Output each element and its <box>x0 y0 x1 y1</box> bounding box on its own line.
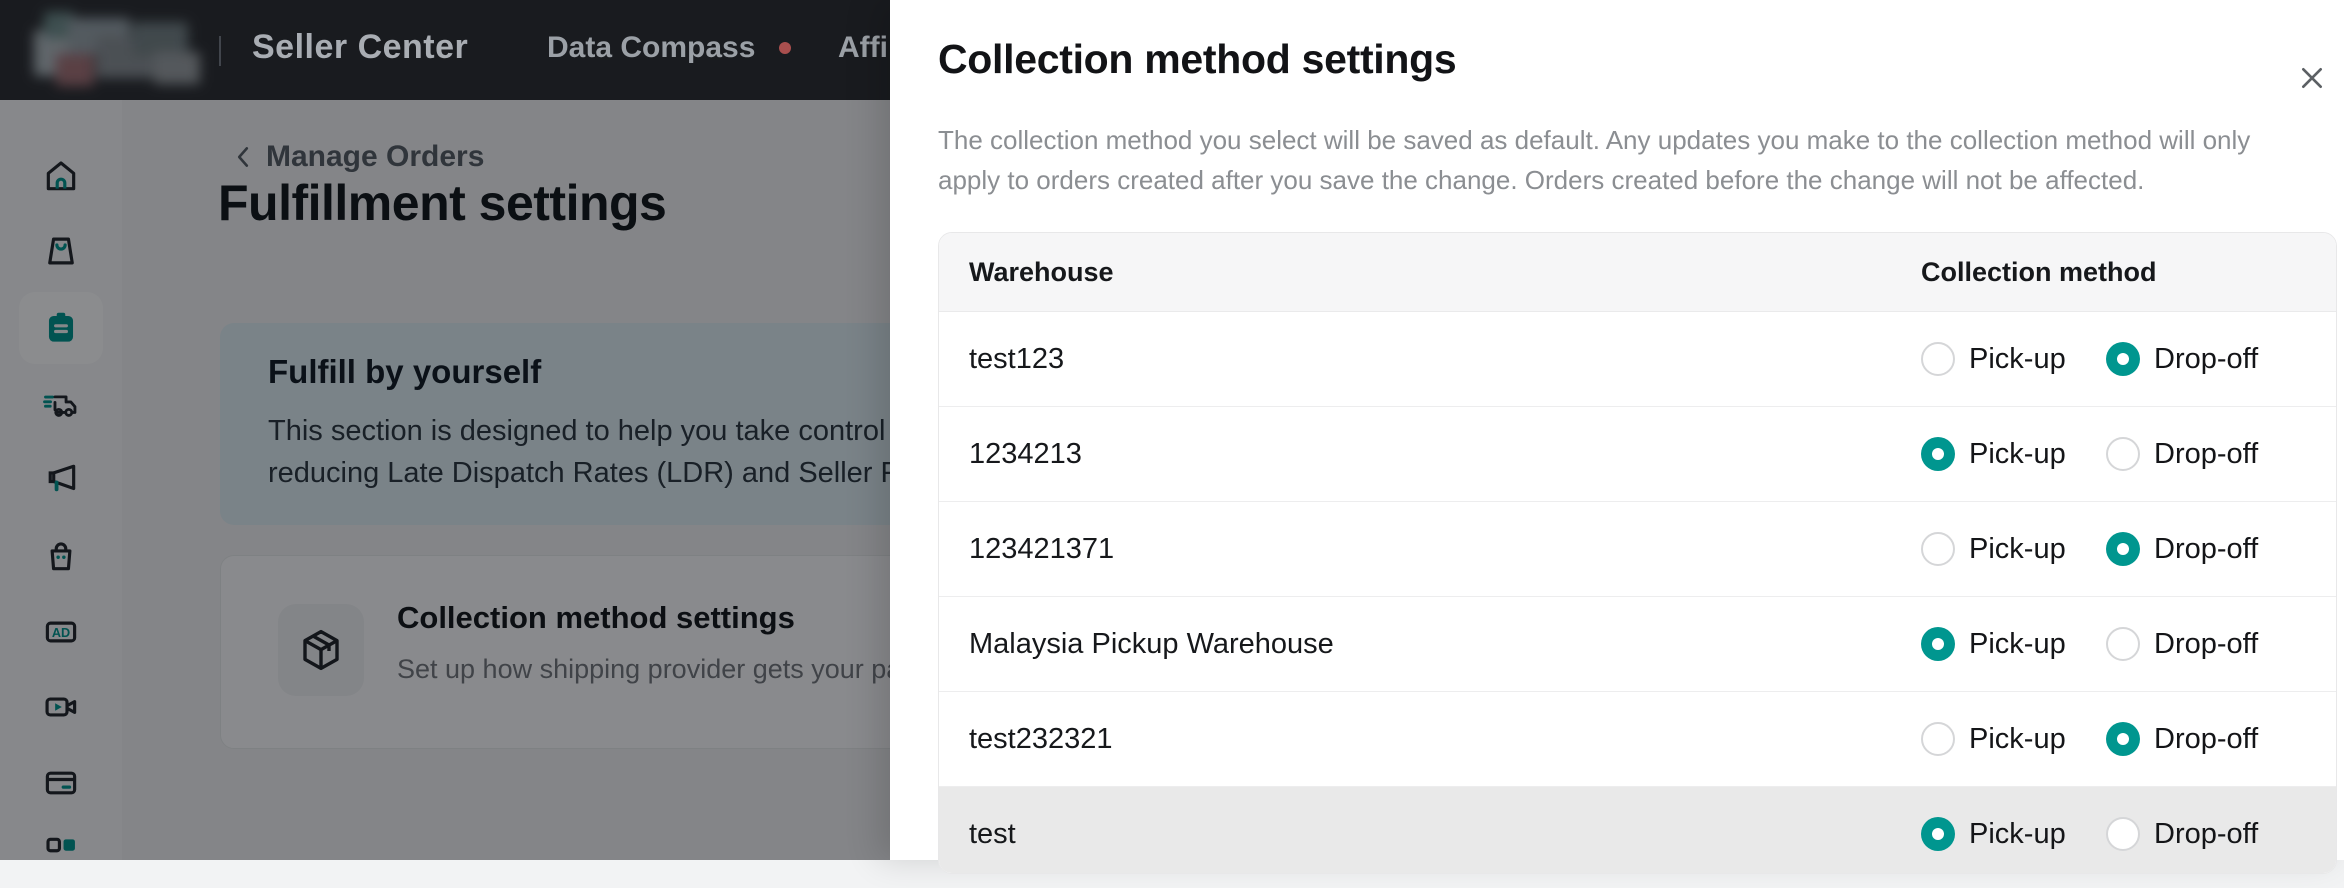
notification-dot <box>779 42 791 54</box>
brand-divider <box>219 36 221 66</box>
dropoff-option[interactable]: Drop-off <box>2106 502 2258 596</box>
warehouse-name: 1234213 <box>969 438 1082 471</box>
pickup-option[interactable]: Pick-up <box>1921 312 2066 406</box>
radio-selected[interactable] <box>2106 532 2140 566</box>
modal-title: Collection method settings <box>938 36 1456 83</box>
radio-selected[interactable] <box>1921 817 1955 851</box>
brand-title[interactable]: Seller Center <box>252 28 468 67</box>
radio-label: Pick-up <box>1969 438 2066 471</box>
collection-method-settings-modal: Collection method settings The collectio… <box>890 0 2344 860</box>
radio-selected[interactable] <box>1921 627 1955 661</box>
radio-unselected[interactable] <box>2106 627 2140 661</box>
table-row: Malaysia Pickup Warehouse Pick-up Drop-off <box>939 597 2336 692</box>
modal-description: The collection method you select will be… <box>938 120 2274 200</box>
nav-item-affiliate[interactable]: Affi <box>838 31 888 65</box>
dropoff-option[interactable]: Drop-off <box>2106 407 2258 501</box>
radio-unselected[interactable] <box>2106 817 2140 851</box>
column-header-warehouse: Warehouse <box>969 257 1114 288</box>
app-logo[interactable] <box>34 10 206 90</box>
close-button[interactable] <box>2292 58 2332 98</box>
pickup-option[interactable]: Pick-up <box>1921 502 2066 596</box>
radio-label: Pick-up <box>1969 628 2066 661</box>
dropoff-option[interactable]: Drop-off <box>2106 312 2258 406</box>
table-row: 1234213 Pick-up Drop-off <box>939 407 2336 502</box>
radio-label: Drop-off <box>2154 723 2258 756</box>
close-icon <box>2296 62 2328 94</box>
radio-label: Pick-up <box>1969 533 2066 566</box>
dropoff-option[interactable]: Drop-off <box>2106 787 2258 874</box>
radio-unselected[interactable] <box>1921 342 1955 376</box>
warehouse-name: 123421371 <box>969 533 1114 566</box>
table-row: test123 Pick-up Drop-off <box>939 312 2336 407</box>
radio-selected[interactable] <box>2106 722 2140 756</box>
radio-selected[interactable] <box>2106 342 2140 376</box>
column-header-collection-method: Collection method <box>1921 257 2157 288</box>
radio-label: Drop-off <box>2154 533 2258 566</box>
radio-unselected[interactable] <box>1921 532 1955 566</box>
table-row: test232321 Pick-up Drop-off <box>939 692 2336 787</box>
radio-label: Pick-up <box>1969 818 2066 851</box>
dropoff-option[interactable]: Drop-off <box>2106 597 2258 691</box>
pickup-option[interactable]: Pick-up <box>1921 597 2066 691</box>
collection-method-table: Warehouse Collection method test123 Pick-… <box>938 232 2337 874</box>
radio-label: Drop-off <box>2154 438 2258 471</box>
warehouse-name: Malaysia Pickup Warehouse <box>969 628 1334 661</box>
dropoff-option[interactable]: Drop-off <box>2106 692 2258 786</box>
radio-label: Drop-off <box>2154 628 2258 661</box>
pickup-option[interactable]: Pick-up <box>1921 692 2066 786</box>
table-row: test Pick-up Drop-off <box>939 787 2336 874</box>
table-body: test123 Pick-up Drop-off 1234213 Pick-up Drop… <box>939 312 2336 874</box>
nav-item-data-compass[interactable]: Data Compass <box>547 31 755 65</box>
pickup-option[interactable]: Pick-up <box>1921 407 2066 501</box>
table-header: Warehouse Collection method <box>939 233 2336 312</box>
table-row: 123421371 Pick-up Drop-off <box>939 502 2336 597</box>
pickup-option[interactable]: Pick-up <box>1921 787 2066 874</box>
warehouse-name: test123 <box>969 343 1064 376</box>
radio-unselected[interactable] <box>2106 437 2140 471</box>
radio-unselected[interactable] <box>1921 722 1955 756</box>
radio-label: Drop-off <box>2154 818 2258 851</box>
radio-selected[interactable] <box>1921 437 1955 471</box>
radio-label: Pick-up <box>1969 723 2066 756</box>
warehouse-name: test <box>969 818 1016 851</box>
radio-label: Pick-up <box>1969 343 2066 376</box>
warehouse-name: test232321 <box>969 723 1113 756</box>
radio-label: Drop-off <box>2154 343 2258 376</box>
